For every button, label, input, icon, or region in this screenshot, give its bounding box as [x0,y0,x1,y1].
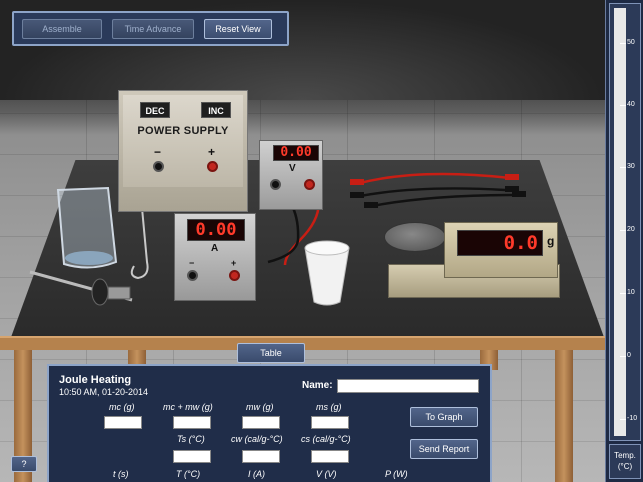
mcw-label: mc + mw (g) [163,402,213,412]
power-supply[interactable]: DEC INC POWER SUPPLY − + [118,90,248,212]
thermometer-tube [614,8,626,436]
scale-display: 0.0 [457,230,543,256]
send-report-button[interactable]: Send Report [410,439,478,459]
ts-label: Ts (°C) [177,434,205,444]
scale-plate[interactable] [384,222,446,252]
panel-timestamp: 10:50 AM, 01-20-2014 [59,387,149,397]
ammeter-positive-sign: + [231,258,237,268]
negative-sign: − [154,145,162,159]
mc-label: mc (g) [109,402,135,412]
table-tab[interactable]: Table [237,343,305,363]
tick-mark [620,167,626,168]
cw-input[interactable] [242,450,280,463]
voltmeter[interactable]: 0.00 V [259,140,323,210]
panel-title: Joule Heating [59,374,132,386]
ammeter-negative-terminal[interactable] [187,270,198,281]
tick-label: 50 [627,39,635,46]
ammeter[interactable]: 0.00 A − + [174,213,256,301]
column-header: t (s) [113,469,129,479]
beaker-icon[interactable] [56,186,118,269]
cs-input[interactable] [311,450,349,463]
column-header: V (V) [316,469,337,479]
ms-label: ms (g) [316,402,342,412]
cs-label: cs (cal/g-°C) [301,434,351,444]
mcw-input[interactable] [173,416,211,429]
ts-input[interactable] [173,450,211,463]
thermometer-label-line1: Temp. [614,451,636,460]
tick-mark [620,43,626,44]
tick-label: 30 [627,163,635,170]
ammeter-negative-sign: − [189,258,195,268]
positive-sign: + [208,145,216,159]
help-button[interactable]: ? [11,456,37,472]
thermometer-label: Temp. (°C) [609,444,641,479]
dec-button[interactable]: DEC [140,102,170,118]
tick-mark [620,356,626,357]
ammeter-positive-terminal[interactable] [229,270,240,281]
mw-label: mw (g) [246,402,274,412]
tick-label: 20 [627,226,635,233]
tick-mark [620,419,626,420]
name-label: Name: [302,380,333,391]
scale-unit: g [547,234,555,248]
tick-label: -10 [627,415,638,422]
time-advance-button[interactable]: Time Advance [112,18,194,39]
ammeter-display: 0.00 [187,219,245,241]
tick-label: 0 [627,352,631,359]
ammeter-unit: A [211,243,219,254]
tick-mark [620,230,626,231]
voltmeter-negative-terminal[interactable] [270,179,281,190]
toolbar: Assemble Time Advance Reset View [12,11,289,46]
tick-mark [620,293,626,294]
mw-input[interactable] [242,416,280,429]
power-supply-face: DEC INC POWER SUPPLY − + [123,95,243,187]
thermometer: 50 40 30 20 10 0 -10 [609,3,641,441]
column-header: I (A) [248,469,265,479]
tick-label: 10 [627,289,635,296]
to-graph-button[interactable]: To Graph [410,407,478,427]
styrofoam-cup-icon[interactable] [304,240,350,306]
name-input[interactable] [337,379,479,393]
voltmeter-display: 0.00 [273,145,319,161]
tick-mark [620,105,626,106]
negative-terminal[interactable] [153,161,164,172]
mc-input[interactable] [104,416,142,429]
thermometer-label-line2: (°C) [617,462,633,471]
thermometer-panel: 50 40 30 20 10 0 -10 Temp. (°C) [605,0,643,482]
positive-terminal[interactable] [207,161,218,172]
scale[interactable]: 0.0 g [444,222,558,278]
ms-input[interactable] [311,416,349,429]
data-panel: Joule Heating 10:50 AM, 01-20-2014 Name:… [47,364,492,482]
power-supply-title: POWER SUPPLY [137,125,229,137]
reset-view-button[interactable]: Reset View [204,18,272,39]
assemble-button[interactable]: Assemble [22,18,102,39]
column-header: P (W) [385,469,408,479]
cw-label: cw (cal/g-°C) [231,434,283,444]
voltmeter-positive-terminal[interactable] [304,179,315,190]
column-header: T (°C) [176,469,201,479]
inc-button[interactable]: INC [201,102,231,118]
tick-label: 40 [627,101,635,108]
voltmeter-unit: V [289,163,296,174]
